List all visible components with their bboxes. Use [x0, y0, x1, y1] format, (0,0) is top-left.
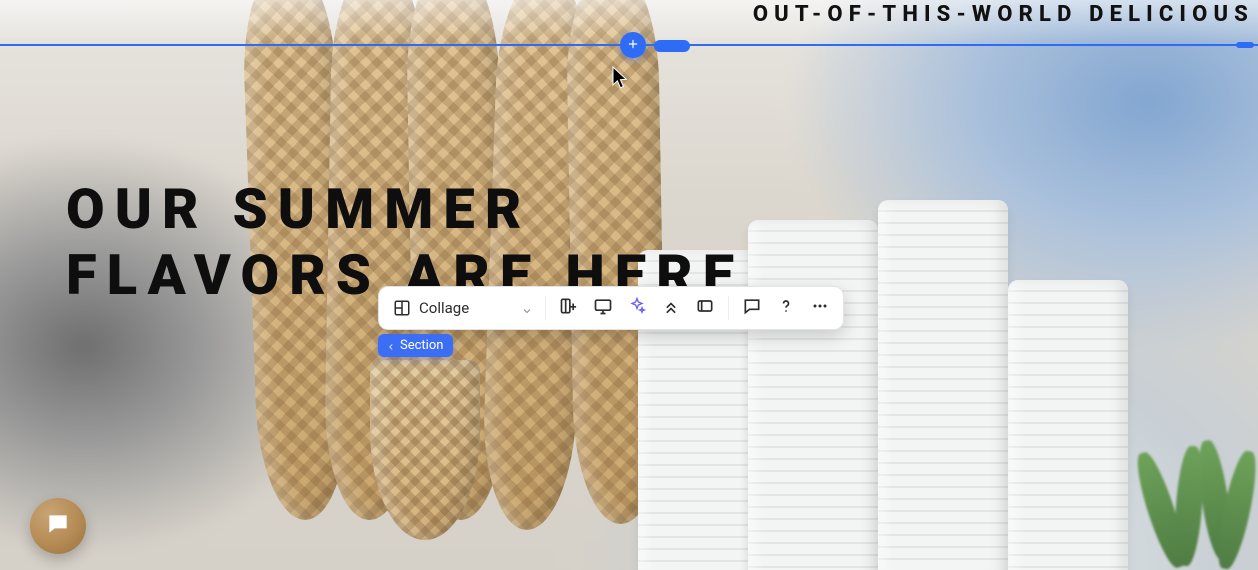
toolbar-separator [728, 296, 729, 320]
plus-icon [626, 36, 640, 55]
cup-stack [748, 220, 878, 570]
chevrons-up-icon [661, 296, 681, 320]
section-breadcrumb-label: Section [400, 338, 443, 353]
add-column-icon [559, 296, 579, 320]
layout-picker[interactable]: Collage [387, 287, 539, 329]
layout-grid-icon [393, 299, 411, 317]
desktop-preview-button[interactable] [586, 291, 620, 325]
add-section-button[interactable] [620, 32, 646, 58]
editor-canvas: OUT-OF-THIS-WORLD DELICIOUS OUR SUMMER F… [0, 0, 1258, 570]
desktop-preview-icon [593, 296, 613, 320]
chevron-left-icon [386, 341, 396, 351]
hero-tagline: OUT-OF-THIS-WORLD DELICIOUS [753, 2, 1258, 27]
chat-launcher[interactable] [30, 498, 86, 554]
section-resize-handle-right[interactable] [1236, 42, 1254, 48]
cup-stack [878, 200, 1008, 570]
swap-horizontal-icon [695, 296, 715, 320]
toolbar-separator [545, 296, 546, 320]
section-breadcrumb[interactable]: Section [378, 334, 453, 357]
chevron-down-icon [521, 302, 533, 314]
comment-button[interactable] [735, 291, 769, 325]
layout-picker-label: Collage [419, 299, 469, 317]
ai-assist-button[interactable] [620, 291, 654, 325]
help-icon [776, 296, 796, 320]
comment-icon [742, 296, 762, 320]
more-button[interactable] [803, 291, 837, 325]
section-drag-handle[interactable] [654, 40, 690, 52]
more-icon [810, 296, 830, 320]
add-column-button[interactable] [552, 291, 586, 325]
move-section-down-button[interactable] [688, 291, 722, 325]
help-button[interactable] [769, 291, 803, 325]
move-section-up-button[interactable] [654, 291, 688, 325]
sparkle-icon [627, 296, 647, 320]
chat-icon [45, 511, 71, 541]
section-toolbar: Collage [378, 286, 844, 330]
mouse-cursor [612, 66, 630, 90]
background-plant [1058, 350, 1258, 570]
